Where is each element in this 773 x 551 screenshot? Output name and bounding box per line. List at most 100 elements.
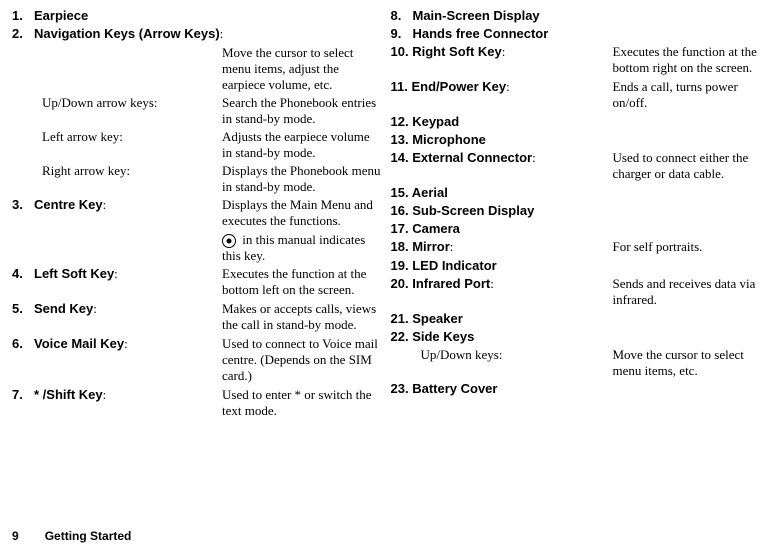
item-number: 9. xyxy=(391,26,413,41)
colon: : xyxy=(114,266,118,281)
item-title: Microphone xyxy=(412,132,486,147)
item-desc: Used to connect either the charger or da… xyxy=(613,150,762,182)
sub-desc: Adjusts the earpiece volume in stand-by … xyxy=(222,129,383,161)
item-number: 4. xyxy=(12,266,34,281)
item-desc: Executes the function at the bottom left… xyxy=(222,266,383,298)
item-23-battery: 23. Battery Cover xyxy=(391,381,762,396)
sub-desc: Search the Phonebook entries in stand-by… xyxy=(222,95,383,127)
sub-label: Left arrow key: xyxy=(42,129,222,145)
item-title: Earpiece xyxy=(34,8,88,23)
item-title: LED Indicator xyxy=(412,258,497,273)
item-number: 23. xyxy=(391,381,409,396)
item-number: 8. xyxy=(391,8,413,23)
item-title: External Connector xyxy=(412,150,532,165)
item-5-sendkey: 5.Send Key: Makes or accepts calls, view… xyxy=(12,301,383,333)
item-desc: Makes or accepts calls, views the call i… xyxy=(222,301,383,333)
item-desc: Used to enter * or switch the text mode. xyxy=(222,387,383,419)
item-number: 12. xyxy=(391,114,409,129)
item-title: Infrared Port xyxy=(412,276,490,291)
item-2-navkeys: 2.Navigation Keys (Arrow Keys): xyxy=(12,26,383,42)
item-number: 16. xyxy=(391,203,409,218)
item-18-mirror: 18. Mirror: For self portraits. xyxy=(391,239,762,255)
item-7-shiftkey: 7.* /Shift Key: Used to enter * or switc… xyxy=(12,387,383,419)
item-title: Aerial xyxy=(412,185,448,200)
left-column: 1.Earpiece 2.Navigation Keys (Arrow Keys… xyxy=(12,8,383,422)
item-desc: For self portraits. xyxy=(613,239,762,255)
colon: : xyxy=(220,26,224,41)
item-number: 15. xyxy=(391,185,409,200)
item-desc: Executes the function at the bottom righ… xyxy=(613,44,762,76)
item-title: Left Soft Key xyxy=(34,266,114,281)
item-20-ir: 20. Infrared Port: Sends and receives da… xyxy=(391,276,762,308)
item-9-handsfree: 9.Hands free Connector xyxy=(391,26,762,41)
item-title: Battery Cover xyxy=(412,381,497,396)
item-17-camera: 17. Camera xyxy=(391,221,762,236)
item-title: Keypad xyxy=(412,114,459,129)
item-title: Side Keys xyxy=(412,329,474,344)
item-title: Mirror xyxy=(412,239,450,254)
item-number: 6. xyxy=(12,336,34,351)
item-2c-right: Right arrow key: Displays the Phonebook … xyxy=(12,163,383,195)
colon: : xyxy=(490,276,494,291)
item-title: Hands free Connector xyxy=(413,26,549,41)
colon: : xyxy=(450,239,454,254)
sub-label: Up/Down keys: xyxy=(421,347,613,363)
item-6-voicemail: 6.Voice Mail Key: Used to connect to Voi… xyxy=(12,336,383,384)
item-number: 20. xyxy=(391,276,409,291)
page-number: 9 xyxy=(12,529,19,543)
item-22a-updown: Up/Down keys: Move the cursor to select … xyxy=(391,347,762,379)
colon: : xyxy=(506,79,510,94)
item-number: 14. xyxy=(391,150,409,165)
right-column: 8.Main-Screen Display 9.Hands free Conne… xyxy=(391,8,762,422)
colon: : xyxy=(103,197,107,212)
item-21-speaker: 21. Speaker xyxy=(391,311,762,326)
centre-key-icon xyxy=(222,234,236,248)
item-number: 10. xyxy=(391,44,409,59)
item-title: Send Key xyxy=(34,301,93,316)
item-title: Navigation Keys (Arrow Keys) xyxy=(34,26,220,41)
item-3b-icondesc: in this manual indicates this key. xyxy=(222,232,383,264)
item-number: 18. xyxy=(391,239,409,254)
item-2a-updown: Up/Down arrow keys: Search the Phonebook… xyxy=(12,95,383,127)
item-13-mic: 13. Microphone xyxy=(391,132,762,147)
page-content: 1.Earpiece 2.Navigation Keys (Arrow Keys… xyxy=(0,0,773,422)
sub-desc: Displays the Phonebook menu in stand-by … xyxy=(222,163,383,195)
colon: : xyxy=(502,44,506,59)
item-title: * /Shift Key xyxy=(34,387,103,402)
colon: : xyxy=(124,336,128,351)
item-8-mainscreen: 8.Main-Screen Display xyxy=(391,8,762,23)
item-number: 1. xyxy=(12,8,34,23)
item-title: Right Soft Key xyxy=(412,44,502,59)
item-number: 11. xyxy=(391,79,408,94)
item-title: Main-Screen Display xyxy=(413,8,540,23)
item-title: Speaker xyxy=(412,311,463,326)
section-title: Getting Started xyxy=(45,529,132,543)
colon: : xyxy=(93,301,97,316)
item-10-rightsoft: 10. Right Soft Key: Executes the functio… xyxy=(391,44,762,76)
item-16-subscreen: 16. Sub-Screen Display xyxy=(391,203,762,218)
item-number: 3. xyxy=(12,197,34,212)
item-19-led: 19. LED Indicator xyxy=(391,258,762,273)
sub-label: Up/Down arrow keys: xyxy=(42,95,222,111)
item-number: 22. xyxy=(391,329,409,344)
colon: : xyxy=(103,387,107,402)
item-3-centrekey: 3.Centre Key: Displays the Main Menu and… xyxy=(12,197,383,229)
item-number: 13. xyxy=(391,132,409,147)
item-2b-left: Left arrow key: Adjusts the earpiece vol… xyxy=(12,129,383,161)
item-number: 17. xyxy=(391,221,409,236)
item-11-endpower: 11. End/Power Key: Ends a call, turns po… xyxy=(391,79,762,111)
item-2-desc: Move the cursor to select menu items, ad… xyxy=(222,45,383,93)
item-title: Voice Mail Key xyxy=(34,336,124,351)
item-number: 7. xyxy=(12,387,34,402)
item-number: 2. xyxy=(12,26,34,41)
item-title: Sub-Screen Display xyxy=(412,203,534,218)
item-desc: Sends and receives data via infrared. xyxy=(613,276,762,308)
item-1-earpiece: 1.Earpiece xyxy=(12,8,383,23)
item-title: Camera xyxy=(412,221,460,236)
item-4-leftsoft: 4.Left Soft Key: Executes the function a… xyxy=(12,266,383,298)
item-number: 19. xyxy=(391,258,409,273)
sub-desc: Move the cursor to select menu items, et… xyxy=(613,347,762,379)
item-number: 21. xyxy=(391,311,409,326)
item-22-sidekeys: 22. Side Keys xyxy=(391,329,762,344)
colon: : xyxy=(532,150,536,165)
